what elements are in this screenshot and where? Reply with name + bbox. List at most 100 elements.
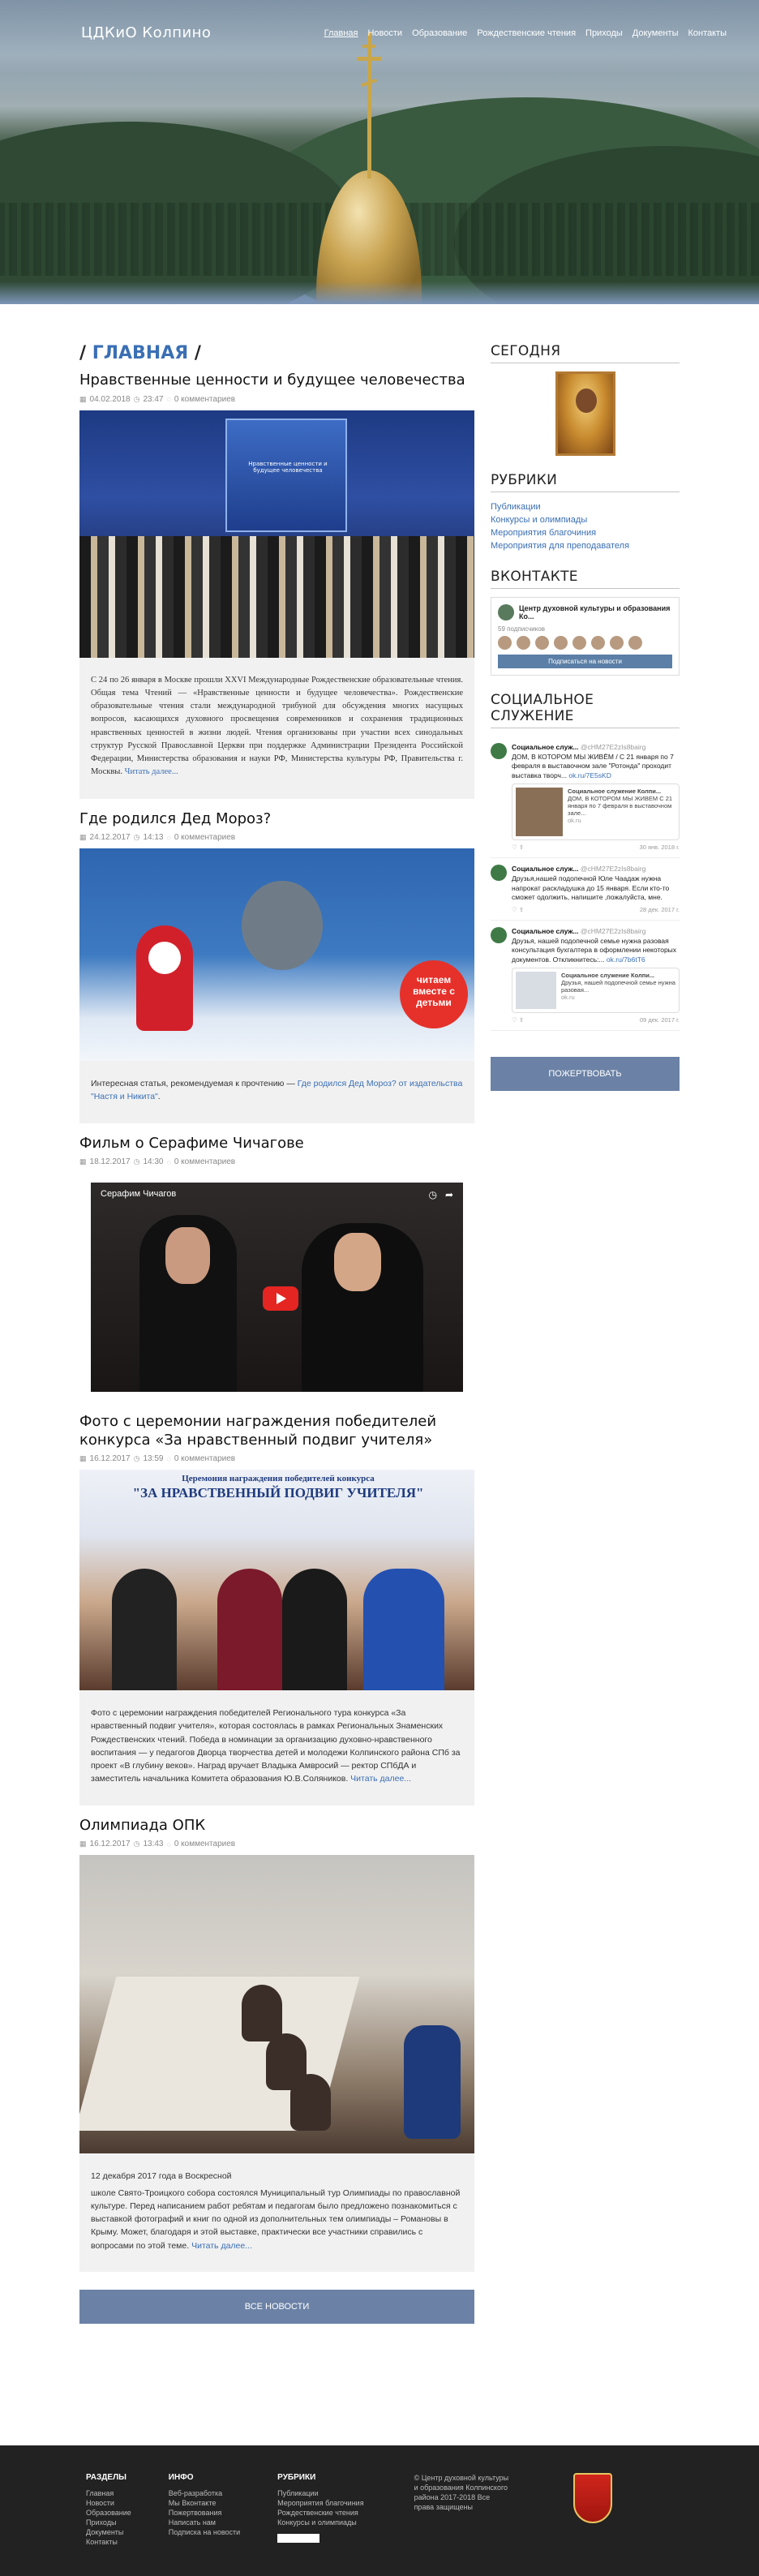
avatar[interactable] — [491, 865, 507, 882]
read-more-link[interactable]: Читать далее... — [125, 767, 178, 776]
footer-link[interactable]: Веб-разработка — [169, 2488, 240, 2498]
tweet-date[interactable]: 28 дек. 2017 г. — [640, 906, 680, 913]
post-meta: ▦ 04.02.2018 ◷ 23:47 ◌ 0 комментариев — [79, 395, 474, 404]
video-person-face — [334, 1233, 381, 1292]
footer-link[interactable]: Мероприятия благочиния — [277, 2498, 363, 2508]
breadcrumb: / ГЛАВНАЯ / — [79, 343, 201, 363]
avatar[interactable] — [628, 636, 642, 650]
nav-christmas-readings[interactable]: Рождественские чтения — [477, 28, 576, 38]
footer-link[interactable]: Главная — [86, 2488, 131, 2498]
post-title[interactable]: Фильм о Серафиме Чичагове — [79, 1135, 474, 1153]
post-title[interactable]: Фото с церемонии награждения победителей… — [79, 1413, 474, 1449]
video-title[interactable]: Серафим Чичагов — [101, 1189, 176, 1199]
post-comments[interactable]: 0 комментариев — [174, 1157, 235, 1166]
avatar[interactable] — [591, 636, 605, 650]
tweet-link[interactable]: ok.ru/7E5sKD — [568, 771, 611, 779]
play-button[interactable] — [263, 1286, 298, 1312]
post-excerpt-text: Интересная статья, рекомендуемая к прочт… — [91, 1079, 298, 1089]
read-more-link[interactable]: Читать далее... — [350, 1774, 411, 1784]
footer-link[interactable]: Подписка на новости — [169, 2527, 240, 2537]
breadcrumb-current: ГЛАВНАЯ — [92, 343, 189, 363]
tweet-author[interactable]: Социальное служ... — [512, 927, 579, 935]
tweet-handle[interactable]: @cHM27E2zIs8bairg — [581, 927, 645, 935]
footer-link[interactable]: Мы Вконтакте — [169, 2498, 240, 2508]
nav-documents[interactable]: Документы — [632, 28, 679, 38]
nav-home[interactable]: Главная — [324, 28, 358, 38]
footer-link[interactable]: Документы — [86, 2527, 131, 2537]
avatar[interactable] — [535, 636, 549, 650]
like-icon[interactable]: ♡ — [512, 906, 517, 913]
footer-link[interactable]: Контакты — [86, 2537, 131, 2547]
tweet-author[interactable]: Социальное служ... — [512, 865, 579, 873]
tweet-author[interactable]: Социальное служ... — [512, 743, 579, 751]
vk-subscriber-count: 59 подписчиков — [498, 625, 546, 633]
tweet-card[interactable]: Социальное служение Колпи... Друзья, наше… — [512, 968, 680, 1014]
share-icon[interactable]: ⇪ — [519, 906, 524, 913]
post-meta: ▦ 16.12.2017 ◷ 13:59 ◌ 0 комментариев — [79, 1454, 474, 1463]
footer-link[interactable]: Новости — [86, 2498, 131, 2508]
nav-news[interactable]: Новости — [367, 28, 402, 38]
rubric-link[interactable]: Мероприятия благочиния — [491, 526, 680, 539]
footer-link[interactable]: Конкурсы и олимпиады — [277, 2518, 363, 2527]
tweet-link[interactable]: ok.ru/7b6tT6 — [607, 955, 645, 964]
site-brand[interactable]: ЦДКиО Колпино — [81, 24, 211, 41]
post-image[interactable] — [79, 1855, 474, 2154]
avatar[interactable] — [610, 636, 624, 650]
post-title[interactable]: Олимпиада ОПК — [79, 1817, 474, 1835]
visit-counter[interactable] — [277, 2533, 320, 2543]
avatar[interactable] — [491, 743, 507, 759]
avatar[interactable] — [498, 636, 512, 650]
like-icon[interactable]: ♡ — [512, 1016, 517, 1024]
footer-link[interactable]: Написать нам — [169, 2518, 240, 2527]
share-icon[interactable]: ⇪ — [519, 844, 524, 851]
vk-group-name[interactable]: Центр духовной культуры и образования Ко… — [519, 604, 672, 620]
tweet: Социальное служ... @cHM27E2zIs8bairg ДОМ… — [491, 736, 680, 859]
like-icon[interactable]: ♡ — [512, 844, 517, 851]
nav-education[interactable]: Образование — [412, 28, 467, 38]
tweet-handle[interactable]: @cHM27E2zIs8bairg — [581, 743, 645, 751]
main-content: / ГЛАВНАЯ / Нравственные ценности и буду… — [79, 337, 474, 2372]
tweet-handle[interactable]: @cHM27E2zIs8bairg — [581, 865, 645, 873]
post-image[interactable]: читаем вместе с детьми — [79, 848, 474, 1062]
footer-column: ИНФО Веб-разработка Мы Вконтакте Пожертв… — [169, 2473, 240, 2548]
rubric-link[interactable]: Конкурсы и олимпиады — [491, 513, 680, 526]
donate-button[interactable]: ПОЖЕРТВОВАТЬ — [491, 1057, 680, 1092]
read-more-link[interactable]: Читать далее... — [191, 2241, 252, 2251]
footer-link[interactable]: Образование — [86, 2508, 131, 2518]
saint-icon-image[interactable] — [555, 371, 615, 456]
share-icon[interactable]: ➦ — [445, 1189, 453, 1200]
vk-avatar[interactable] — [498, 604, 514, 620]
post-excerpt: С 24 по 26 января в Москве прошли XXVI М… — [79, 657, 474, 799]
avatar[interactable] — [517, 636, 530, 650]
post-title[interactable]: Где родился Дед Мороз? — [79, 810, 474, 829]
post-title[interactable]: Нравственные ценности и будущее человече… — [79, 371, 474, 390]
share-icon[interactable]: ⇪ — [519, 1016, 524, 1024]
tweet-date[interactable]: 30 янв. 2018 г. — [640, 844, 680, 851]
video-person-face — [165, 1227, 210, 1285]
post-video-wrap: Серафим Чичагов ◷ ➦ — [79, 1173, 474, 1402]
video-controls: ◷ ➦ — [428, 1189, 453, 1200]
post-comments[interactable]: 0 комментариев — [174, 395, 235, 404]
nav-contacts[interactable]: Контакты — [688, 28, 727, 38]
footer-link[interactable]: Публикации — [277, 2488, 363, 2498]
clock-icon[interactable]: ◷ — [428, 1189, 436, 1200]
vk-subscribe-button[interactable]: Подписаться на новости — [498, 655, 672, 668]
tweet-card[interactable]: Социальное служение Колпи... ДОМ, В КОТОР… — [512, 784, 680, 841]
post-comments[interactable]: 0 комментариев — [174, 1840, 235, 1848]
post-comments[interactable]: 0 комментариев — [174, 1454, 235, 1463]
tweet-date[interactable]: 09 дек. 2017 г. — [640, 1016, 680, 1024]
video-player[interactable]: Серафим Чичагов ◷ ➦ — [91, 1183, 463, 1393]
footer-link[interactable]: Рождественские чтения — [277, 2508, 363, 2518]
post-image[interactable]: Церемония награждения победителей конкур… — [79, 1470, 474, 1691]
footer-link[interactable]: Приходы — [86, 2518, 131, 2527]
avatar[interactable] — [491, 926, 507, 943]
footer-link[interactable]: Пожертвования — [169, 2508, 240, 2518]
avatar[interactable] — [554, 636, 568, 650]
avatar[interactable] — [572, 636, 586, 650]
post-comments[interactable]: 0 комментариев — [174, 833, 235, 842]
nav-parishes[interactable]: Приходы — [585, 28, 623, 38]
rubric-link[interactable]: Мероприятия для преподавателя — [491, 539, 680, 552]
all-news-button[interactable]: ВСЕ НОВОСТИ — [79, 2289, 474, 2324]
rubric-link[interactable]: Публикации — [491, 500, 680, 513]
post-image[interactable]: Нравственные ценности и будущее человече… — [79, 410, 474, 658]
